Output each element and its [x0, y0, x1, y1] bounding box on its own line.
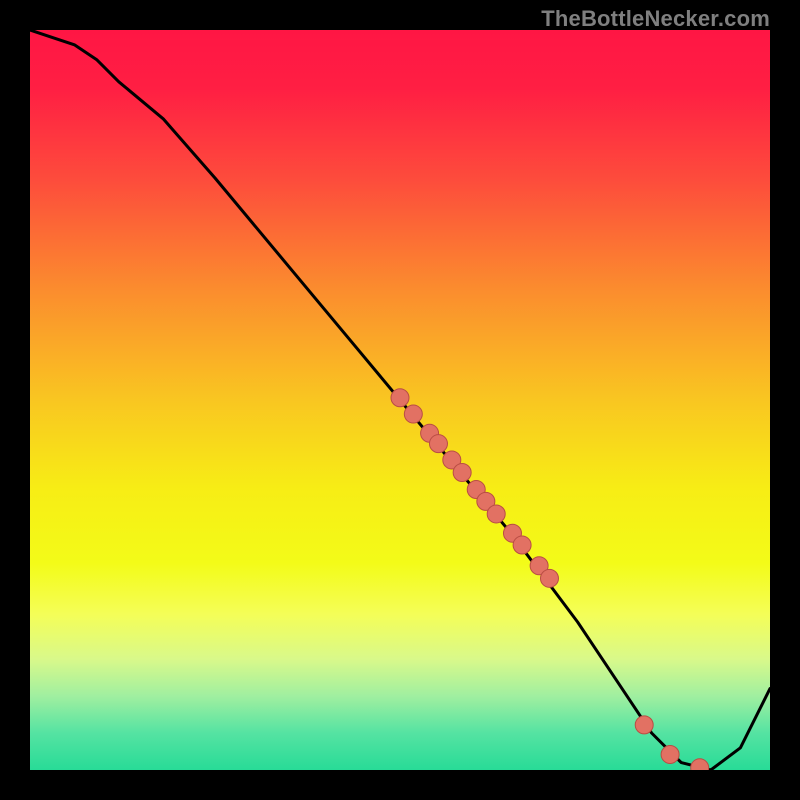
watermark-text: TheBottleNecker.com: [541, 6, 770, 32]
bottleneck-chart: [30, 30, 770, 770]
scatter-point: [453, 464, 471, 482]
chart-frame: [30, 30, 770, 770]
scatter-point: [635, 716, 653, 734]
scatter-point: [540, 569, 558, 587]
scatter-point: [404, 405, 422, 423]
scatter-point: [661, 745, 679, 763]
scatter-point: [391, 389, 409, 407]
scatter-point: [513, 536, 531, 554]
scatter-point: [429, 435, 447, 453]
scatter-point: [487, 505, 505, 523]
